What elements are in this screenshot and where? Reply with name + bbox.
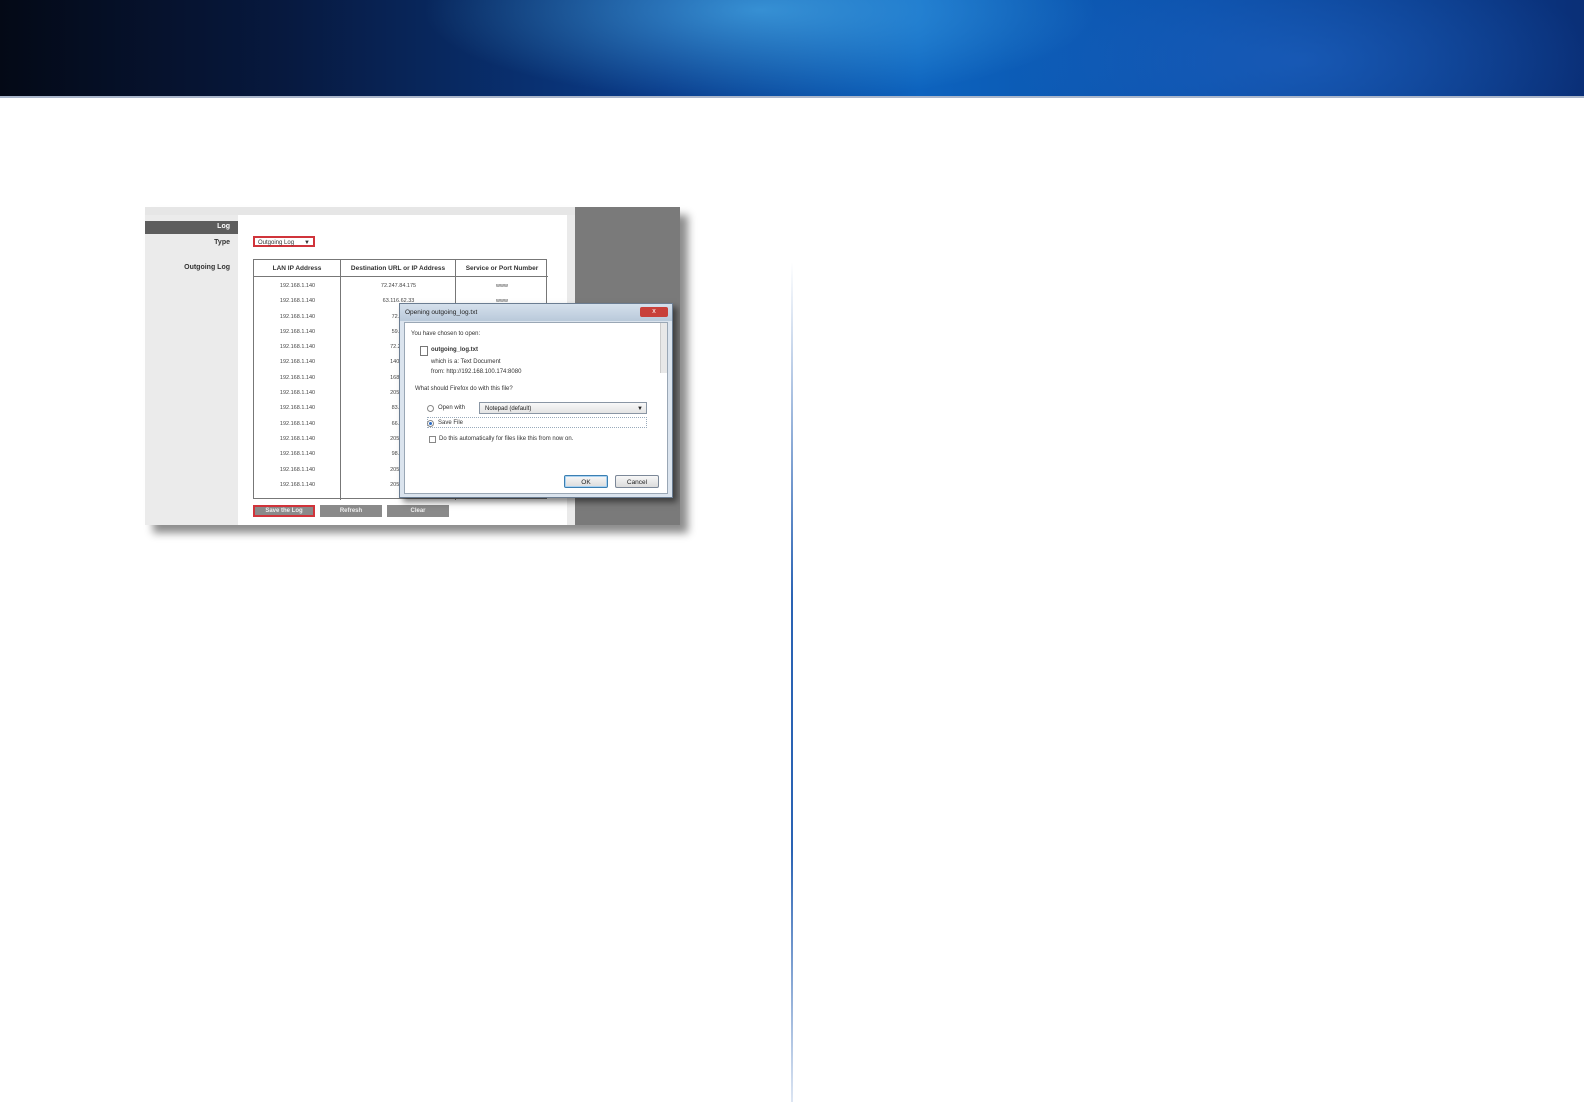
table-row: 192.168.1.140 72.247.84.175 www [254, 279, 548, 294]
refresh-button[interactable]: Refresh [320, 505, 382, 517]
dialog-title: Opening outgoing_log.txt [400, 304, 672, 321]
cell-lan-ip: 192.168.1.140 [279, 359, 316, 366]
chevron-down-icon: ▼ [304, 240, 310, 246]
cell-lan-ip: 192.168.1.140 [279, 390, 316, 397]
cell-lan-ip: 192.168.1.140 [279, 481, 316, 488]
cell-lan-ip: 192.168.1.140 [279, 328, 316, 335]
column-header-service: Service or Port Number [456, 260, 548, 277]
open-file-dialog: Opening outgoing_log.txt x You have chos… [399, 303, 673, 498]
chevron-down-icon: ▼ [637, 406, 643, 412]
dialog-body: You have chosen to open: outgoing_log.tx… [404, 322, 668, 494]
ok-button[interactable]: OK [564, 475, 608, 488]
cell-lan-ip: 192.168.1.140 [279, 283, 316, 289]
file-name: outgoing_log.txt [431, 347, 478, 353]
cell-destination: 72.247.84.175 [380, 283, 417, 289]
file-source: from: http://192.168.100.174:8080 [431, 369, 522, 375]
action-question: What should Firefox do with this file? [415, 386, 513, 392]
outgoing-log-label: Outgoing Log [184, 264, 230, 271]
column-header-lan-ip: LAN IP Address [254, 260, 341, 277]
column-header-destination: Destination URL or IP Address [341, 260, 456, 277]
cancel-button[interactable]: Cancel [615, 475, 659, 488]
cell-lan-ip: 192.168.1.140 [279, 344, 316, 351]
dialog-scrollbar[interactable] [660, 323, 667, 373]
log-type-value: Outgoing Log [258, 240, 295, 246]
cell-lan-ip: 192.168.1.140 [279, 466, 316, 473]
cell-lan-ip: 192.168.1.140 [279, 435, 316, 442]
close-icon[interactable]: x [640, 307, 668, 317]
header-banner [0, 0, 1584, 96]
save-file-label: Save File [438, 420, 464, 426]
banner-rule [0, 96, 1584, 98]
cell-lan-ip: 192.168.1.140 [279, 420, 316, 427]
text-document-icon [420, 346, 428, 356]
log-type-select[interactable]: Outgoing Log ▼ [253, 236, 315, 247]
cell-lan-ip: 192.168.1.140 [279, 451, 316, 458]
cell-lan-ip: 192.168.1.140 [279, 374, 316, 381]
screenshot-figure: Log Type Outgoing Log Outgoing Log ▼ LAN… [145, 207, 680, 525]
cell-lan-ip: 192.168.1.140 [279, 313, 316, 320]
auto-checkbox[interactable] [429, 436, 436, 443]
clear-button[interactable]: Clear [387, 505, 449, 517]
cell-service: www [496, 283, 508, 289]
figure-left-panel [145, 215, 238, 525]
open-with-app: Notepad (default) [485, 406, 532, 412]
save-log-button[interactable]: Save the Log [253, 505, 315, 517]
open-with-select[interactable]: Notepad (default) ▼ [479, 402, 647, 414]
type-label: Type [214, 239, 230, 246]
open-with-radio[interactable] [427, 405, 434, 412]
auto-label: Do this automatically for files like thi… [439, 436, 574, 442]
open-with-label: Open with [438, 405, 466, 411]
chosen-text: You have chosen to open: [411, 331, 481, 337]
cell-lan-ip: 192.168.1.140 [279, 298, 316, 305]
save-file-radio[interactable] [427, 420, 434, 427]
column-divider [791, 262, 793, 1102]
log-section-label: Log [217, 223, 230, 230]
cell-lan-ip: 192.168.1.140 [279, 405, 316, 412]
file-type: which is a: Text Document [431, 359, 501, 365]
